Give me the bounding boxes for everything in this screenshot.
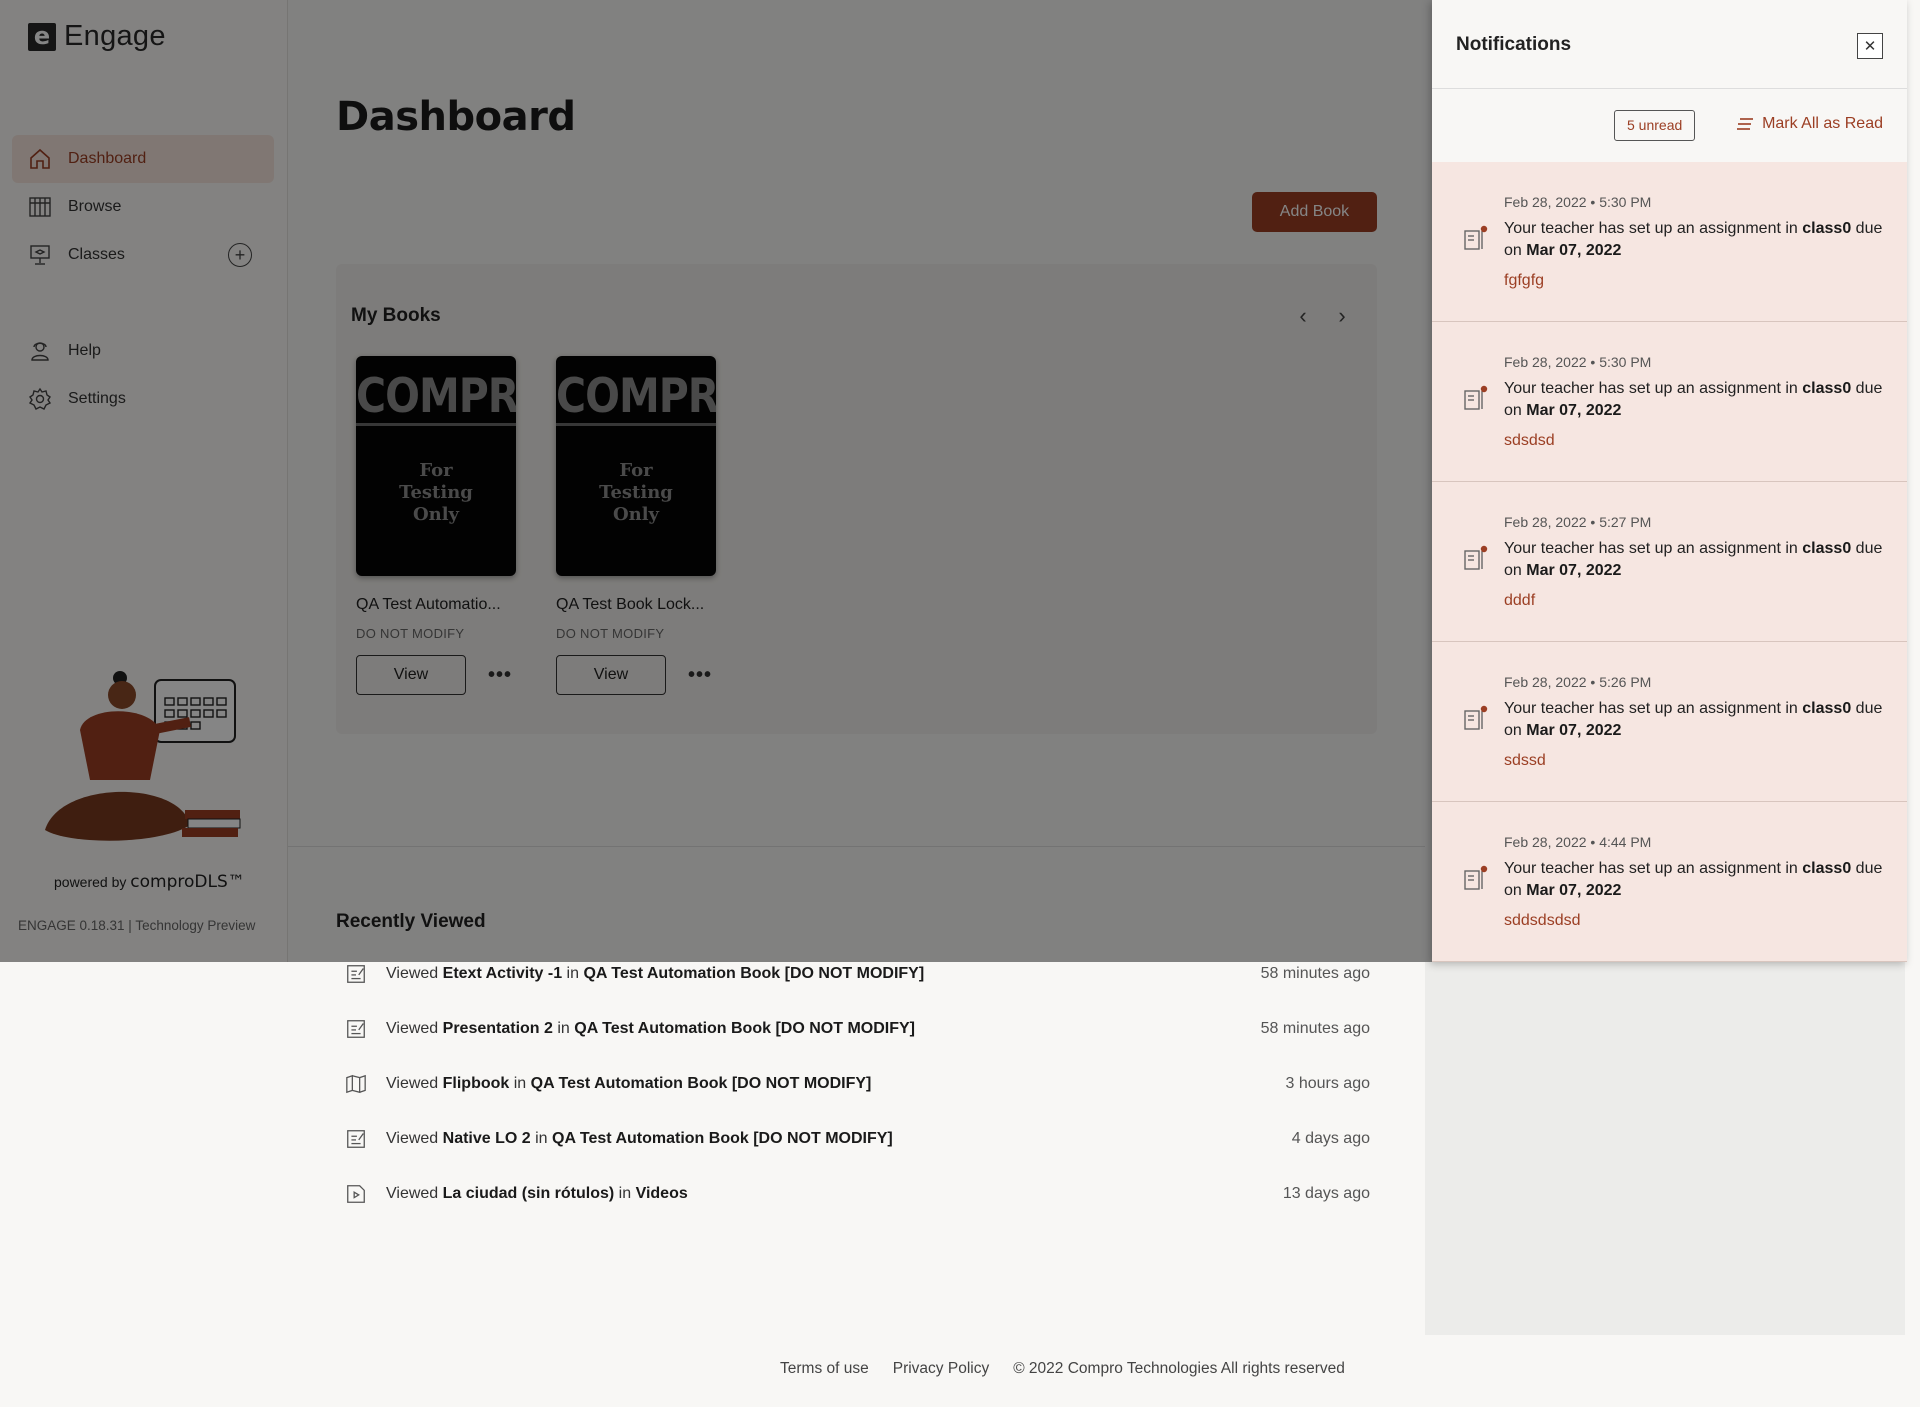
notification-message: Your teacher has set up an assignment in… <box>1504 220 1883 259</box>
notification-assignment-link[interactable]: sdsdsd <box>1504 432 1555 450</box>
notification-item[interactable]: Feb 28, 2022 • 4:44 PM Your teacher has … <box>1432 802 1907 962</box>
list-item[interactable]: Viewed Native LO 2 in QA Test Automation… <box>336 1111 1370 1166</box>
notification-date: Feb 28, 2022 • 5:30 PM <box>1504 194 1652 210</box>
notification-date: Feb 28, 2022 • 5:26 PM <box>1504 674 1652 690</box>
rv-item-link[interactable]: La ciudad (sin rótulos) <box>443 1185 615 1203</box>
notification-message: Your teacher has set up an assignment in… <box>1504 700 1883 739</box>
rv-in: in <box>618 1184 632 1202</box>
unread-count-badge: 5 unread <box>1614 110 1696 141</box>
notification-item[interactable]: Feb 28, 2022 • 5:30 PM Your teacher has … <box>1432 162 1907 322</box>
privacy-link[interactable]: Privacy Policy <box>893 1360 989 1378</box>
copyright-text: © 2022 Compro Technologies All rights re… <box>1013 1360 1345 1377</box>
rv-item-link[interactable]: Flipbook <box>443 1075 510 1093</box>
recently-viewed-list: Viewed Etext Activity -1 in QA Test Auto… <box>336 946 1370 1221</box>
rv-time: 58 minutes ago <box>1260 1019 1370 1037</box>
notification-assignment-link[interactable]: dddf <box>1504 592 1535 610</box>
notification-date: Feb 28, 2022 • 5:27 PM <box>1504 514 1652 530</box>
activity-icon <box>344 1127 368 1151</box>
notification-assignment-link[interactable]: sddsdsdsd <box>1504 912 1581 930</box>
activity-icon <box>344 1017 368 1041</box>
terms-link[interactable]: Terms of use <box>780 1360 869 1378</box>
rv-prefix: Viewed <box>386 1019 439 1037</box>
notification-item[interactable]: Feb 28, 2022 • 5:26 PM Your teacher has … <box>1432 642 1907 802</box>
modal-backdrop[interactable] <box>0 0 1432 962</box>
rv-item-link[interactable]: Native LO 2 <box>443 1130 531 1148</box>
rv-book-link[interactable]: QA Test Automation Book [DO NOT MODIFY] <box>552 1130 893 1148</box>
list-item[interactable]: Viewed La ciudad (sin rótulos) in Videos… <box>336 1166 1370 1221</box>
list-item[interactable]: Viewed Presentation 2 in QA Test Automat… <box>336 1001 1370 1056</box>
flipbook-icon <box>344 1072 368 1096</box>
rv-book-link[interactable]: QA Test Automation Book [DO NOT MODIFY] <box>583 965 924 983</box>
rv-item-link[interactable]: Presentation 2 <box>443 1020 553 1038</box>
rv-prefix: Viewed <box>386 1129 439 1147</box>
assignment-icon <box>1464 865 1488 890</box>
notifications-panel: Notifications ✕ 5 unread Mark All as Rea… <box>1432 0 1907 962</box>
list-item[interactable]: Viewed Flipbook in QA Test Automation Bo… <box>336 1056 1370 1111</box>
notification-item[interactable]: Feb 28, 2022 • 5:27 PM Your teacher has … <box>1432 482 1907 642</box>
mark-all-read-button[interactable]: Mark All as Read <box>1736 115 1883 133</box>
rv-book-link[interactable]: Videos <box>636 1185 688 1203</box>
rv-time: 58 minutes ago <box>1260 964 1370 982</box>
rv-item-link[interactable]: Etext Activity -1 <box>443 965 562 983</box>
rv-book-link[interactable]: QA Test Automation Book [DO NOT MODIFY] <box>574 1020 915 1038</box>
mark-read-icon <box>1737 118 1754 130</box>
assignment-icon <box>1464 705 1488 730</box>
notification-item[interactable]: Feb 28, 2022 • 5:30 PM Your teacher has … <box>1432 322 1907 482</box>
rv-time: 3 hours ago <box>1285 1074 1370 1092</box>
rv-in: in <box>557 1019 570 1037</box>
notification-message: Your teacher has set up an assignment in… <box>1504 860 1883 899</box>
notification-date: Feb 28, 2022 • 4:44 PM <box>1504 834 1652 850</box>
rv-prefix: Viewed <box>386 964 439 982</box>
mark-all-read-label: Mark All as Read <box>1762 115 1883 132</box>
notification-assignment-link[interactable]: sdssd <box>1504 752 1546 770</box>
right-panel <box>1425 962 1905 1335</box>
notification-assignment-link[interactable]: fgfgfg <box>1504 272 1544 290</box>
video-icon <box>344 1182 368 1206</box>
close-icon[interactable]: ✕ <box>1857 33 1883 59</box>
rv-prefix: Viewed <box>386 1184 439 1202</box>
rv-prefix: Viewed <box>386 1074 439 1092</box>
assignment-icon <box>1464 545 1488 570</box>
notifications-title: Notifications <box>1456 34 1572 55</box>
rv-time: 4 days ago <box>1291 1129 1370 1147</box>
rv-book-link[interactable]: QA Test Automation Book [DO NOT MODIFY] <box>531 1075 872 1093</box>
notification-message: Your teacher has set up an assignment in… <box>1504 380 1883 419</box>
assignment-icon <box>1464 225 1488 250</box>
notification-date: Feb 28, 2022 • 5:30 PM <box>1504 354 1652 370</box>
footer: Terms of use Privacy Policy © 2022 Compr… <box>780 1360 1345 1378</box>
rv-in: in <box>535 1129 548 1147</box>
assignment-icon <box>1464 385 1488 410</box>
activity-icon <box>344 962 368 986</box>
notification-message: Your teacher has set up an assignment in… <box>1504 540 1883 579</box>
rv-in: in <box>513 1074 527 1092</box>
rv-time: 13 days ago <box>1282 1184 1370 1202</box>
rv-in: in <box>566 964 579 982</box>
